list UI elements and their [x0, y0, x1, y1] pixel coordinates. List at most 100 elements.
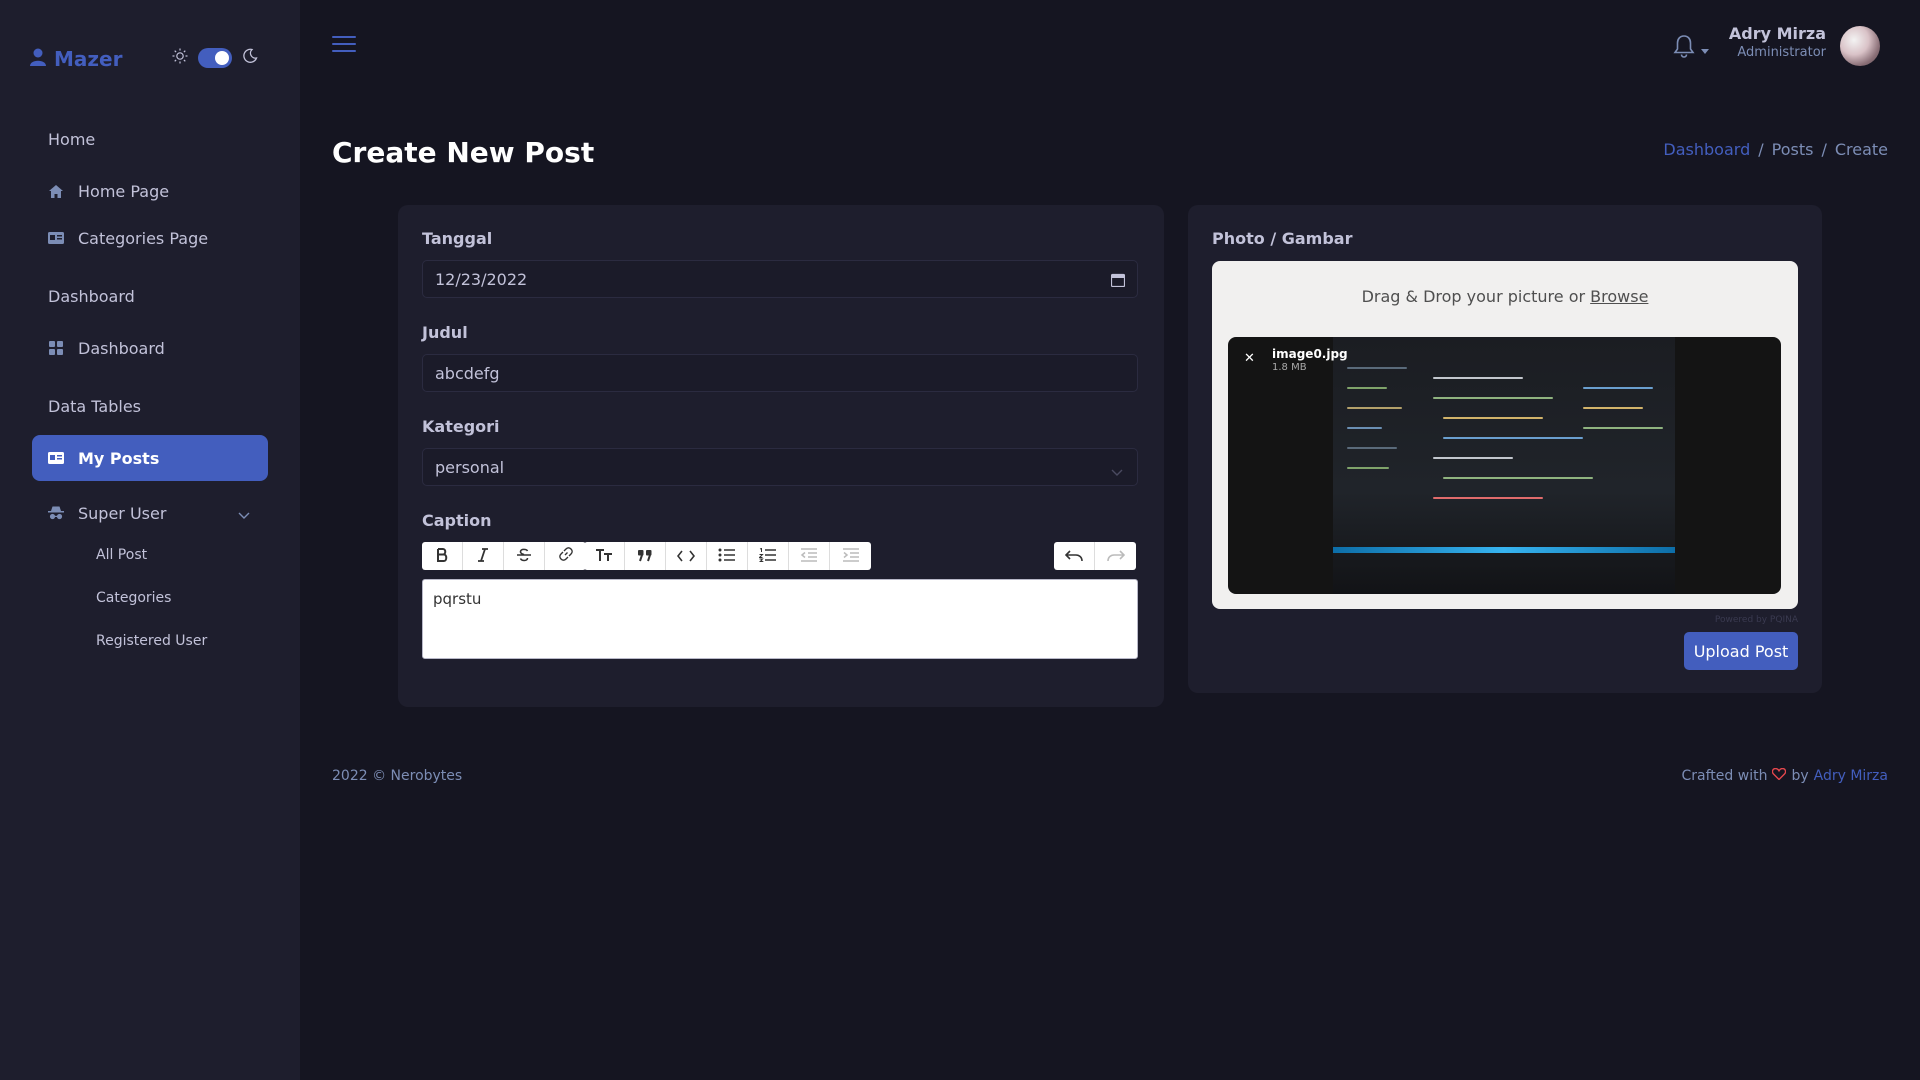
- submenu-item-categories[interactable]: Categories: [96, 590, 171, 606]
- sidebar-item-label: Dashboard: [78, 338, 165, 358]
- undo-button[interactable]: [1054, 542, 1095, 570]
- photo-label: Photo / Gambar: [1212, 229, 1353, 248]
- sidebar-item-my-posts[interactable]: My Posts: [32, 435, 268, 481]
- submenu-item-registered-user[interactable]: Registered User: [96, 633, 207, 649]
- code-button[interactable]: [666, 542, 707, 570]
- chevron-down-icon: [238, 505, 250, 524]
- sun-icon: [172, 48, 188, 68]
- tanggal-value: 12/23/2022: [435, 269, 528, 289]
- tanggal-label: Tanggal: [422, 229, 493, 248]
- heart-icon: [1772, 767, 1787, 784]
- dropzone-text: Drag & Drop your picture or: [1361, 287, 1586, 306]
- breadcrumb-dashboard[interactable]: Dashboard: [1663, 140, 1750, 159]
- theme-toggle[interactable]: [172, 48, 258, 68]
- sidebar-item-label: Categories Page: [78, 228, 209, 248]
- photo-dropzone[interactable]: Drag & Drop your picture or Browse ✕ ima…: [1212, 261, 1798, 609]
- browse-link[interactable]: Browse: [1590, 287, 1648, 306]
- judul-value: abcdefg: [435, 363, 500, 383]
- close-icon[interactable]: ✕: [1244, 351, 1255, 366]
- link-button[interactable]: [545, 542, 586, 570]
- judul-label: Judul: [422, 323, 468, 342]
- quote-button[interactable]: [625, 542, 666, 570]
- outdent-icon: [800, 547, 818, 566]
- number-list-button[interactable]: [748, 542, 789, 570]
- italic-icon: [477, 547, 489, 566]
- page-title: Create New Post: [332, 136, 595, 169]
- heading-icon: [595, 547, 613, 566]
- submenu-item-all-post[interactable]: All Post: [96, 547, 147, 563]
- kategori-value: personal: [435, 457, 505, 477]
- sidebar-section-dashboard: Dashboard: [48, 287, 135, 306]
- file-size: 1.8 MB: [1272, 362, 1307, 373]
- breadcrumb: Dashboard / Posts / Create: [1663, 140, 1888, 159]
- italic-button[interactable]: [463, 542, 504, 570]
- strikethrough-button[interactable]: [504, 542, 545, 570]
- bold-button[interactable]: [422, 542, 463, 570]
- heading-button[interactable]: [584, 542, 625, 570]
- hamburger-menu-button[interactable]: [332, 36, 356, 56]
- outdent-button[interactable]: [789, 542, 830, 570]
- image-preview: ✕ image0.jpg 1.8 MB: [1228, 337, 1781, 594]
- caption-editor[interactable]: pqrstu: [422, 579, 1138, 659]
- footer-by-text: by: [1791, 768, 1809, 784]
- indent-icon: [842, 547, 860, 566]
- breadcrumb-posts[interactable]: Posts: [1772, 140, 1814, 159]
- sidebar-item-categories-page[interactable]: Categories Page: [32, 215, 268, 261]
- calendar-icon[interactable]: [1110, 272, 1126, 291]
- theme-switch[interactable]: [198, 48, 232, 68]
- sidebar-item-dashboard[interactable]: Dashboard: [32, 325, 268, 371]
- house-icon: [48, 183, 64, 199]
- card-icon: [48, 450, 64, 466]
- sidebar: Mazer Home Home Page Categories Page Das…: [0, 0, 300, 1080]
- kategori-label: Kategori: [422, 417, 500, 436]
- sidebar-item-label: Home Page: [78, 181, 170, 201]
- breadcrumb-separator: /: [1821, 140, 1827, 159]
- moon-icon: [242, 48, 258, 68]
- footer-crafted-text: Crafted with: [1681, 768, 1768, 784]
- grid-icon: [48, 340, 64, 356]
- file-name: image0.jpg: [1272, 347, 1348, 361]
- code-icon: [676, 547, 696, 566]
- link-icon: [558, 546, 574, 566]
- kategori-select[interactable]: personal: [422, 448, 1138, 486]
- bell-icon: [1673, 34, 1695, 62]
- notification-button[interactable]: [1673, 34, 1709, 62]
- format-group: [422, 542, 586, 570]
- bold-icon: [436, 547, 448, 566]
- preview-image: [1333, 337, 1675, 594]
- avatar[interactable]: [1840, 26, 1880, 66]
- footer-author-link[interactable]: Adry Mirza: [1814, 768, 1888, 784]
- upload-post-button[interactable]: Upload Post: [1684, 632, 1798, 670]
- breadcrumb-separator: /: [1758, 140, 1764, 159]
- powered-by-text[interactable]: Powered by PQINA: [1715, 615, 1798, 625]
- caption-value: pqrstu: [433, 590, 482, 608]
- user-menu[interactable]: Adry Mirza Administrator: [1729, 24, 1826, 60]
- sidebar-item-home-page[interactable]: Home Page: [32, 168, 268, 214]
- sidebar-section-home: Home: [48, 130, 96, 149]
- caret-down-icon: [1701, 39, 1709, 58]
- dropzone-label: Drag & Drop your picture or Browse: [1212, 287, 1798, 306]
- post-form-card: Tanggal 12/23/2022 Judul abcdefg Kategor…: [398, 205, 1164, 707]
- card-icon: [48, 230, 64, 246]
- redo-icon: [1106, 547, 1125, 566]
- strikethrough-icon: [516, 547, 532, 566]
- tanggal-date-input[interactable]: 12/23/2022: [422, 260, 1138, 298]
- breadcrumb-current: Create: [1834, 140, 1888, 159]
- incognito-icon: [48, 505, 64, 521]
- photo-card: Photo / Gambar Drag & Drop your picture …: [1188, 205, 1822, 693]
- history-group: [1054, 542, 1136, 570]
- sidebar-item-label: Super User: [78, 503, 167, 523]
- redo-button[interactable]: [1095, 542, 1136, 570]
- bullet-list-button[interactable]: [707, 542, 748, 570]
- quote-icon: [638, 547, 652, 566]
- user-name: Adry Mirza: [1728, 24, 1826, 43]
- sidebar-item-super-user[interactable]: Super User: [32, 490, 268, 536]
- brand-logo[interactable]: Mazer: [30, 44, 122, 74]
- indent-button[interactable]: [830, 542, 871, 570]
- judul-input[interactable]: abcdefg: [422, 354, 1138, 392]
- caption-label: Caption: [422, 511, 492, 530]
- block-group: [584, 542, 871, 570]
- chevron-down-icon: [1111, 462, 1123, 481]
- footer-copyright: 2022 © Nerobytes: [332, 768, 463, 784]
- footer-credit: Crafted with by Adry Mirza: [1681, 767, 1888, 784]
